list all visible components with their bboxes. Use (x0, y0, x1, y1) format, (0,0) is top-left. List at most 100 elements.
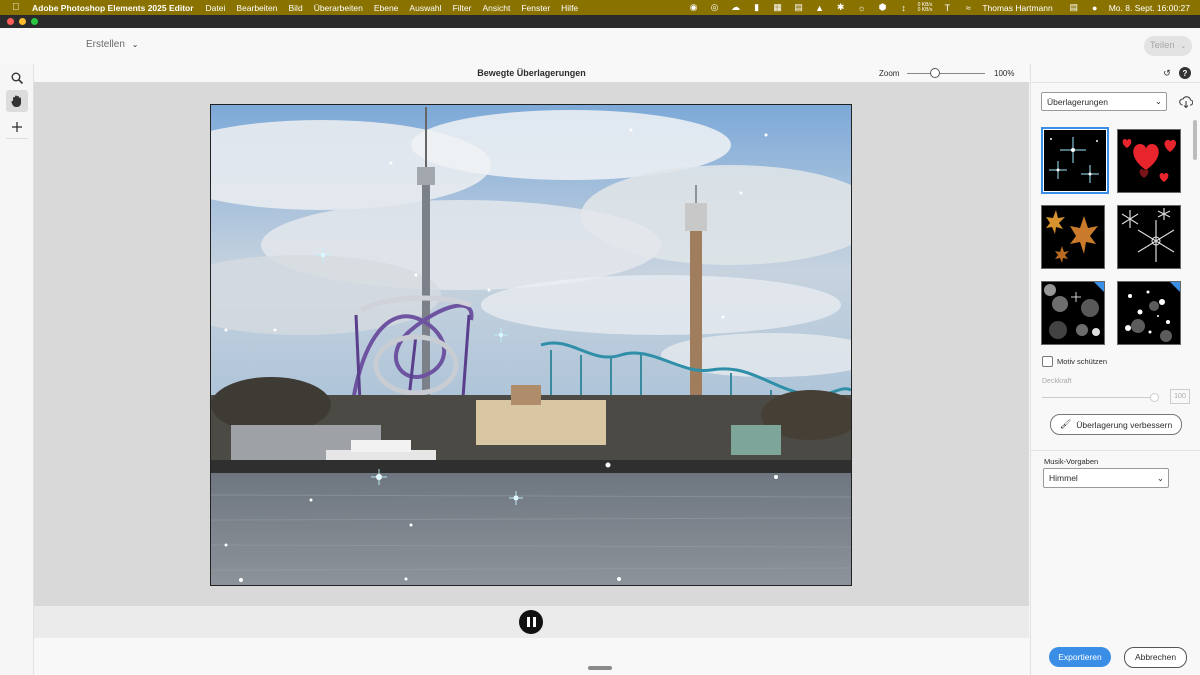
music-preset-dropdown[interactable]: Himmel ⌄ (1043, 468, 1169, 488)
overlay-thumb-snow-bokeh[interactable] (1117, 281, 1181, 345)
bokeh-icon (1044, 282, 1104, 339)
window-close-button[interactable] (7, 18, 14, 25)
app-menu[interactable]: Adobe Photoshop Elements 2025 Editor (32, 3, 194, 13)
overlay-thumb-bokeh[interactable] (1041, 281, 1105, 345)
opacity-value-field[interactable]: 100 (1170, 389, 1190, 404)
chevron-down-icon: ⌄ (131, 40, 139, 49)
panel-drag-handle[interactable] (588, 666, 612, 670)
dropbox-icon[interactable]: ▲ (813, 2, 827, 13)
apple-icon[interactable]:  (12, 0, 22, 15)
status-area: ◉ ◎ ☁ ▮ ▦ ▤ ▲ ✱ ☼ ⬢ ↕ 0 KB/s 0 KB/s T ≈ T… (687, 0, 1200, 15)
help-icon[interactable]: ? (1179, 67, 1191, 79)
panel-divider (1031, 82, 1200, 83)
canvas-area (34, 82, 1029, 606)
menu-auswahl[interactable]: Auswahl (409, 3, 441, 13)
text-tool-icon[interactable]: T (940, 2, 954, 13)
overlay-panel: ↺ ? Überlagerungen ⌄ Motiv schützen Deck… (1030, 64, 1200, 675)
create-menu-button[interactable]: Erstellen ⌄ (86, 39, 138, 50)
menu-ebene[interactable]: Ebene (374, 3, 399, 13)
create-label: Erstellen (86, 39, 125, 50)
hand-icon (11, 95, 21, 107)
chevron-down-icon: ⌄ (1180, 43, 1187, 50)
cloud-download-icon[interactable] (1179, 95, 1194, 113)
protect-subject-label: Motiv schützen (1057, 357, 1108, 366)
bars-icon[interactable]: ▤ (792, 2, 806, 13)
battery-monitor-icon[interactable]: ▮ (750, 2, 764, 13)
slack-icon[interactable]: ✱ (834, 2, 848, 13)
siri-icon[interactable]: ● (1088, 2, 1102, 13)
top-bar: Erstellen ⌄ Teilen ⌄ (0, 28, 1200, 65)
share-label: Teilen (1149, 40, 1175, 51)
cancel-button[interactable]: Abbrechen (1124, 647, 1187, 668)
playback-bar (34, 606, 1029, 638)
overlay-thumb-snowflakes[interactable] (1117, 205, 1181, 269)
window-titlebar (0, 15, 1200, 28)
menu-ueberarbeiten[interactable]: Überarbeiten (314, 3, 363, 13)
zoom-label: Zoom (879, 69, 900, 78)
menu-datei[interactable]: Datei (206, 3, 226, 13)
snowflake-icon (1121, 208, 1175, 262)
cloud-icon[interactable]: ☁ (729, 2, 743, 13)
menu-ansicht[interactable]: Ansicht (482, 3, 510, 13)
chevron-down-icon: ⌄ (1154, 96, 1162, 106)
overlay-thumb-autumn-leaves[interactable] (1041, 205, 1105, 269)
share-button[interactable]: Teilen ⌄ (1144, 36, 1192, 56)
zoom-slider[interactable] (907, 73, 985, 74)
tool-divider (6, 138, 28, 139)
overlay-category-dropdown[interactable]: Überlagerungen ⌄ (1041, 92, 1167, 111)
brush-icon: 🖌 (1059, 419, 1072, 429)
zoom-tool-button[interactable] (6, 67, 28, 89)
sparkles-icon (1049, 137, 1099, 183)
window-minimize-button[interactable] (19, 18, 26, 25)
panel-header-icons: ↺ ? (1155, 67, 1191, 79)
opacity-slider-handle[interactable] (1150, 393, 1159, 402)
pause-icon-bar-left (526, 617, 530, 627)
music-preset-value: Himmel (1049, 473, 1078, 483)
menu-bearbeiten[interactable]: Bearbeiten (236, 3, 277, 13)
bottom-bar (34, 638, 1029, 675)
macos-menubar:  Adobe Photoshop Elements 2025 Editor D… (0, 0, 1200, 15)
reset-icon[interactable]: ↺ (1161, 67, 1173, 79)
pause-icon-bar-right (532, 617, 536, 627)
menu-fenster[interactable]: Fenster (521, 3, 550, 13)
pdf-icon[interactable]: ◎ (708, 2, 722, 13)
pause-button[interactable] (519, 610, 543, 634)
grid-icon[interactable]: ▦ (771, 2, 785, 13)
document-header: Bewegte Überlagerungen Zoom 100% (34, 64, 1029, 82)
net-down: 0 KB/s (917, 6, 933, 13)
improve-overlay-button[interactable]: 🖌 Überlagerung verbessern (1050, 414, 1182, 435)
improve-overlay-label: Überlagerung verbessern (1076, 419, 1173, 430)
preview-image[interactable] (210, 104, 852, 586)
panel-scrollbar[interactable] (1193, 120, 1197, 160)
control-center-icon[interactable]: ▤ (1067, 2, 1081, 13)
export-button[interactable]: Exportieren (1049, 647, 1111, 667)
snow-bokeh-icon (1125, 282, 1180, 342)
clock[interactable]: Mo. 8. Sept. 16:00:27 (1109, 3, 1190, 13)
protect-subject-checkbox[interactable] (1042, 356, 1053, 367)
plus-icon (12, 122, 22, 132)
creative-cloud-icon[interactable]: ◉ (687, 2, 701, 13)
brightness-icon[interactable]: ☼ (855, 2, 869, 13)
hand-tool-button[interactable] (6, 90, 28, 112)
overlay-category-value: Überlagerungen (1047, 96, 1108, 107)
menu-hilfe[interactable]: Hilfe (561, 3, 578, 13)
menu-filter[interactable]: Filter (453, 3, 472, 13)
wifi-icon[interactable]: ≈ (961, 2, 975, 13)
amusement-park-photo (211, 105, 851, 585)
opacity-slider[interactable] (1042, 397, 1150, 398)
zoom-value: 100% (994, 69, 1015, 78)
menu-bild[interactable]: Bild (289, 3, 303, 13)
search-icon (11, 72, 23, 84)
user-name[interactable]: Thomas Hartmann (982, 3, 1052, 13)
hearts-icon (1122, 139, 1177, 182)
leaves-icon (1046, 210, 1098, 263)
window-maximize-button[interactable] (31, 18, 38, 25)
tool-bar (0, 64, 34, 675)
overlay-thumb-hearts[interactable] (1117, 129, 1181, 193)
network-speed: 0 KB/s 0 KB/s (917, 2, 933, 13)
overlay-thumb-sparkles[interactable] (1041, 127, 1109, 194)
shield-icon[interactable]: ⬢ (876, 2, 890, 13)
music-presets-label: Musik-Vorgaben (1044, 457, 1099, 466)
add-button[interactable] (6, 116, 28, 138)
panel-divider (1031, 450, 1200, 451)
